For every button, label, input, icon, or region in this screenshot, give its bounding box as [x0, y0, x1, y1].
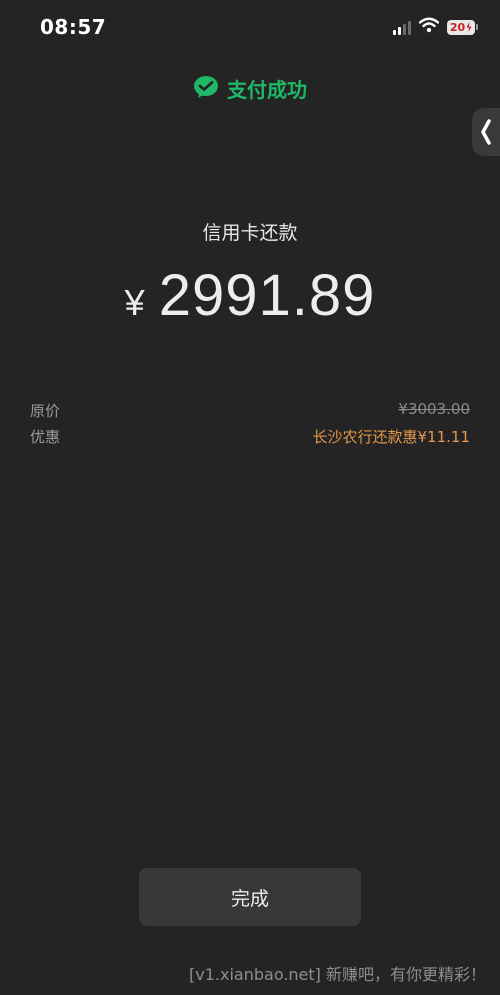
- amount-value: 2991.89: [158, 263, 376, 328]
- payment-amount: ¥ 2991.89: [0, 262, 500, 329]
- original-price-value: ¥3003.00: [398, 400, 470, 418]
- discount-row: 优惠 长沙农行还款惠¥11.11: [30, 426, 470, 447]
- side-tab-handle[interactable]: [472, 108, 500, 156]
- original-price-label: 原价: [30, 402, 61, 420]
- merchant-name: 信用卡还款: [202, 222, 298, 244]
- status-bar: 08:57 20: [0, 0, 500, 56]
- status-icons: 20: [393, 17, 478, 37]
- discount-value: 长沙农行还款惠¥11.11: [312, 428, 471, 446]
- payment-status: 支付成功: [227, 78, 307, 102]
- done-button[interactable]: 完成: [139, 868, 361, 926]
- wechat-pay-icon: [193, 75, 219, 103]
- wifi-icon: [418, 17, 440, 37]
- watermark-text: [v1.xianbao.net] 新赚吧，有你更精彩！: [189, 965, 486, 984]
- chevron-left-icon: [481, 119, 491, 145]
- status-time: 08:57: [40, 15, 107, 39]
- battery-level: 20: [449, 20, 466, 34]
- payment-success-header: 支付成功: [0, 74, 500, 103]
- signal-icon: [393, 19, 411, 35]
- battery-icon: 20: [447, 19, 478, 36]
- currency-symbol: ¥: [124, 282, 145, 323]
- discount-label: 优惠: [30, 428, 61, 446]
- original-price-row: 原价 ¥3003.00: [30, 400, 470, 421]
